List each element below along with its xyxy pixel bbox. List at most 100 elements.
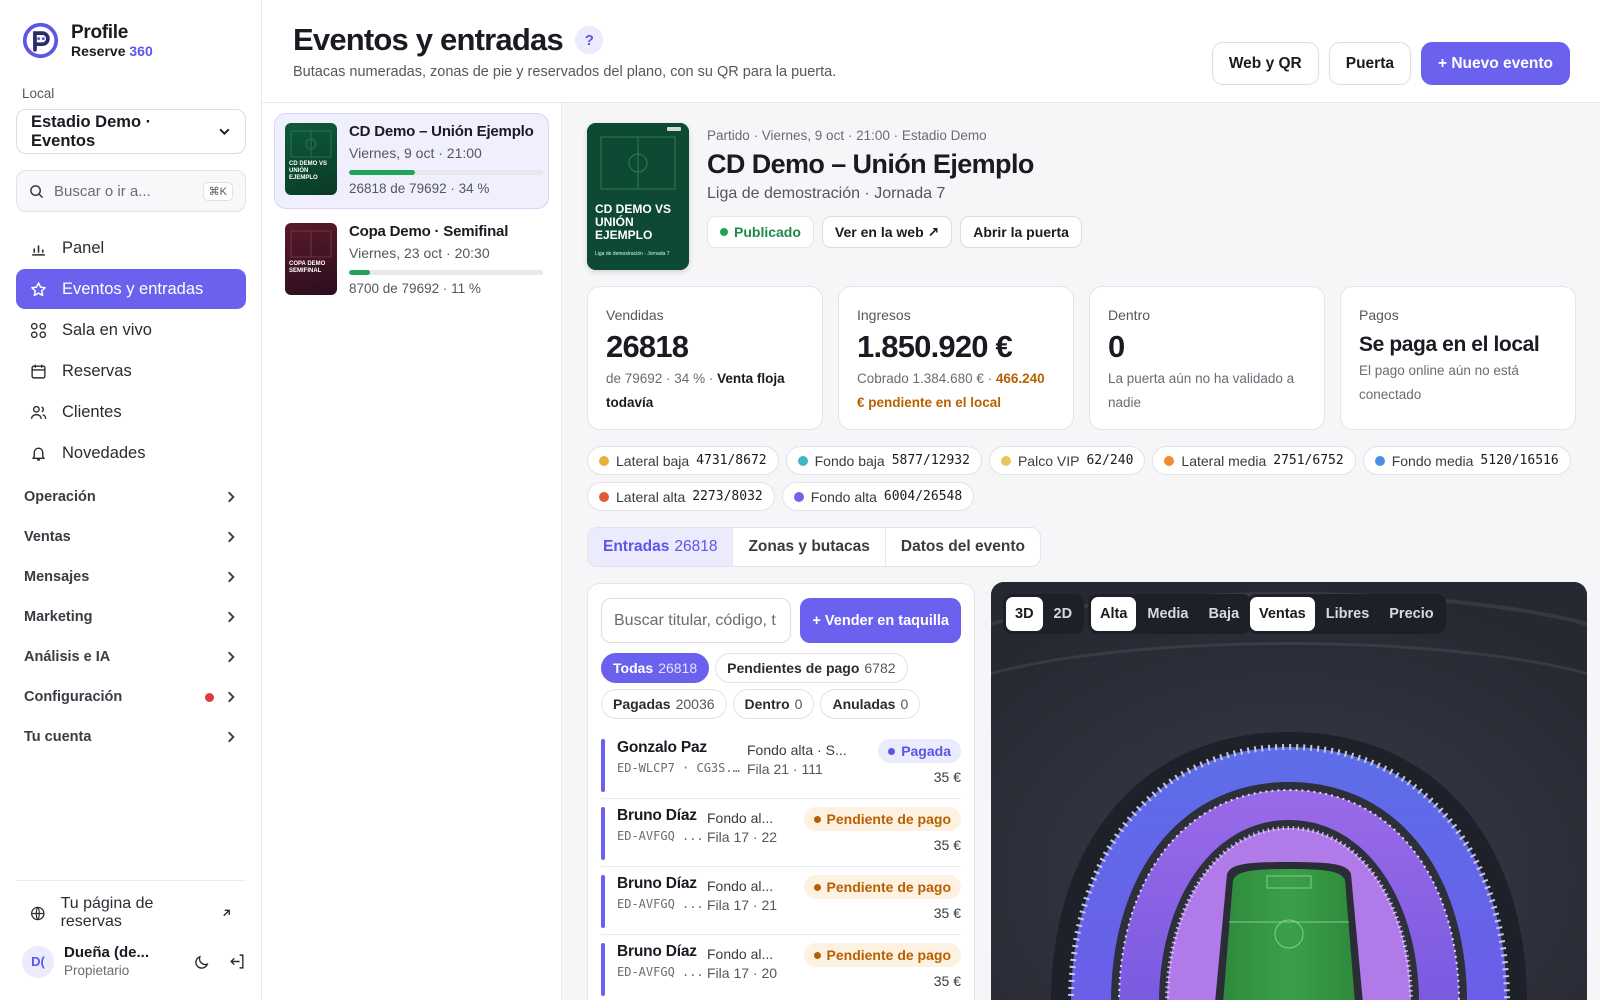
zone-chip[interactable]: Lateral baja 4731/8672 — [587, 446, 779, 475]
ticket-holder-name: Bruno Díaz — [617, 875, 697, 892]
help-button[interactable]: ? — [574, 26, 603, 54]
event-thumbnail: CD DEMO VS UNIÓN EJEMPLO — [285, 123, 337, 195]
brand[interactable]: Profile Reserve 360 — [22, 22, 153, 59]
event-card[interactable]: COPA DEMO SEMIFINAL Copa Demo · Semifina… — [274, 213, 549, 309]
event-thumbnail: COPA DEMO SEMIFINAL — [285, 223, 337, 295]
ticket-row[interactable]: Bruno Díaz ED-AVFGQ ... Fondo al... Fila 17… — [601, 869, 961, 935]
sidebar-search-input[interactable]: Buscar o ir a... ⌘K — [16, 170, 246, 212]
tab-zonas[interactable]: Zonas y butacas — [733, 528, 886, 566]
ticket-code: ED-WLCP7 · CG3S... — [617, 761, 747, 775]
mode-precio-button[interactable]: Precio — [1380, 597, 1442, 631]
ticket-holder-name: Bruno Díaz — [617, 807, 697, 824]
stadium-map[interactable]: 3D 2D Alta Media Baja Ventas Libres Prec… — [991, 582, 1587, 1000]
ticket-search-input[interactable]: Buscar titular, código, t — [601, 598, 792, 643]
zone-color-dot — [599, 491, 609, 502]
ticket-seat: Fila 17 · 20 — [707, 965, 778, 981]
sidebar-item-sala[interactable]: Sala en vivo — [16, 310, 246, 350]
nav-group-analisis[interactable]: Análisis e IA — [16, 637, 246, 677]
zone-chip[interactable]: Lateral media 2751/6752 — [1152, 446, 1356, 475]
ticket-row[interactable]: Bruno Díaz ED-AVFGQ ... Fondo al... Fila 17… — [601, 801, 961, 867]
event-count: 8700 de 79692 · 11 % — [349, 281, 481, 296]
sidebar-item-novedades[interactable]: Novedades — [16, 433, 246, 473]
level-alta-button[interactable]: Alta — [1091, 597, 1137, 631]
status-badge: Publicado — [707, 216, 814, 248]
zone-color-dot — [1164, 455, 1175, 466]
sidebar-item-clientes[interactable]: Clientes — [16, 392, 246, 432]
ticket-row[interactable]: Gonzalo Paz ED-WLCP7 · CG3S... Fondo alta … — [601, 733, 961, 799]
nav-group-mensajes[interactable]: Mensajes — [16, 557, 246, 597]
stadium-3d-view[interactable] — [991, 582, 1587, 1000]
avatar[interactable]: D( — [22, 945, 54, 978]
booking-page-link[interactable]: Tu página de reservas — [16, 893, 246, 933]
ticket-price: 35 € — [933, 837, 961, 853]
sidebar-item-eventos[interactable]: Eventos y entradas — [16, 269, 246, 309]
view-2d-button[interactable]: 2D — [1045, 597, 1082, 631]
main-nav: Panel Eventos y entradas Sala en vivo Re… — [16, 228, 246, 474]
new-event-button[interactable]: + Nuevo evento — [1421, 42, 1570, 85]
sell-box-office-button[interactable]: + Vender en taquilla — [800, 598, 961, 643]
level-baja-button[interactable]: Baja — [1200, 597, 1249, 631]
view-toggle: 3D 2D — [1003, 594, 1085, 634]
tab-datos[interactable]: Datos del evento — [886, 528, 1040, 566]
mode-ventas-button[interactable]: Ventas — [1250, 597, 1315, 631]
zone-name: Palco VIP — [1017, 452, 1080, 469]
zone-chip[interactable]: Fondo baja 5877/12932 — [785, 446, 982, 475]
chevron-down-icon — [219, 128, 230, 136]
tab-entradas[interactable]: Entradas 26818 — [588, 528, 734, 566]
bell-icon — [32, 447, 45, 461]
zone-color-dot — [793, 491, 804, 502]
ticket-holder-name: Bruno Díaz — [617, 943, 697, 960]
view-on-web-button[interactable]: Ver en la web ↗ — [821, 216, 953, 248]
nav-group-ventas[interactable]: Ventas — [16, 517, 246, 557]
zone-chip[interactable]: Fondo media 5120/16516 — [1362, 446, 1571, 475]
filter-chip[interactable]: Anuladas 0 — [820, 689, 921, 719]
nav-group-marketing[interactable]: Marketing — [16, 597, 246, 637]
stats-row: Vendidas 26818 de 79692 · 34 % · Venta f… — [587, 286, 1576, 430]
door-button[interactable]: Puerta — [1328, 42, 1411, 85]
local-select-value: Estadio Demo · Eventos — [31, 112, 152, 150]
ticket-list: Gonzalo Paz ED-WLCP7 · CG3S... Fondo alta … — [601, 733, 961, 1000]
nav-group-operacion[interactable]: Operación — [16, 477, 246, 517]
open-door-button[interactable]: Abrir la puerta — [960, 216, 1082, 248]
local-select[interactable]: Estadio Demo · Eventos — [16, 109, 246, 154]
filter-chip[interactable]: Dentro 0 — [732, 689, 815, 719]
event-card[interactable]: CD DEMO VS UNIÓN EJEMPLO CD Demo – Unión… — [274, 113, 549, 209]
zone-name: Lateral alta — [616, 488, 686, 505]
ticket-accent-bar — [601, 739, 605, 792]
level-media-button[interactable]: Media — [1138, 597, 1197, 631]
page-title: Eventos y entradas ? — [293, 22, 603, 58]
nav-group-configuracion[interactable]: Configuración — [16, 677, 246, 717]
nav-groups: Operación Ventas Mensajes Marketing Anál… — [16, 477, 246, 757]
sidebar-item-reservas[interactable]: Reservas — [16, 351, 246, 391]
web-qr-button[interactable]: Web y QR — [1211, 42, 1319, 85]
ticket-status-badge: Pendiente de pago — [803, 875, 961, 899]
event-detail: CD DEMO VS UNIÓN EJEMPLO Liga de demostr… — [562, 103, 1600, 1000]
event-progress — [349, 270, 543, 275]
poster-subtitle: Liga de demostración · Jornada 7 — [595, 251, 670, 257]
ticket-price: 35 € — [933, 769, 961, 785]
stat-payments: Pagos Se paga en el local El pago online… — [1340, 286, 1576, 430]
mode-toggle: Ventas Libres Precio — [1247, 594, 1446, 634]
zone-chip[interactable]: Lateral alta 2273/8032 — [587, 482, 775, 511]
zone-chip[interactable]: Palco VIP 62/240 — [988, 446, 1146, 475]
mode-libres-button[interactable]: Libres — [1317, 597, 1379, 631]
zone-color-dot — [1000, 455, 1011, 466]
moon-icon[interactable] — [194, 953, 211, 970]
zone-name: Lateral media — [1181, 452, 1267, 469]
tickets-panel: Buscar titular, código, t + Vender en ta… — [587, 583, 975, 1000]
user-name: Dueña (de... — [64, 944, 150, 961]
ticket-row[interactable]: Bruno Díaz ED-AVFGQ ... Fondo al... Fila 17… — [601, 937, 961, 1000]
ticket-holder-name: Gonzalo Paz — [617, 739, 707, 756]
logout-icon[interactable] — [229, 953, 246, 970]
filter-chip[interactable]: Todas 26818 — [601, 653, 710, 683]
ticket-code: ED-AVFGQ ... — [617, 897, 704, 911]
view-3d-button[interactable]: 3D — [1006, 597, 1043, 631]
filter-chip[interactable]: Pendientes de pago 6782 — [715, 653, 908, 683]
filter-chip[interactable]: Pagadas 20036 — [601, 689, 727, 719]
sidebar-item-panel[interactable]: Panel — [16, 228, 246, 268]
brand-sub: Reserve 360 — [71, 42, 153, 59]
zone-chip[interactable]: Fondo alta 6004/26548 — [781, 482, 975, 511]
ticket-accent-bar — [601, 807, 605, 860]
event-list: CD DEMO VS UNIÓN EJEMPLO CD Demo – Unión… — [262, 103, 562, 1000]
nav-group-cuenta[interactable]: Tu cuenta — [16, 717, 246, 757]
